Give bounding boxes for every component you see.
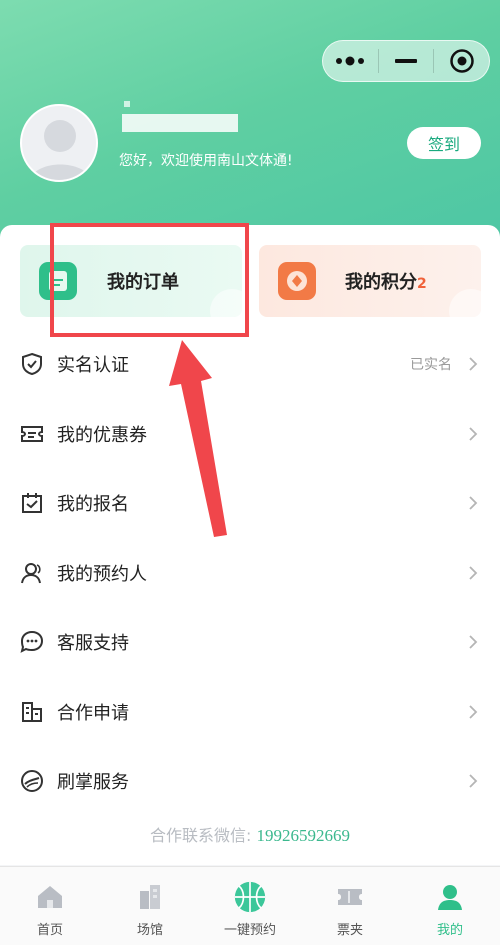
- tab-label: 票夹: [336, 923, 363, 938]
- chevron-right-icon: [469, 635, 478, 649]
- menu-label: 客服支持: [57, 633, 129, 654]
- points-text: 我的积分: [345, 272, 417, 293]
- menu-label: 我的优惠券: [57, 425, 147, 446]
- chat-bubble-icon: [20, 630, 44, 654]
- venue-building-icon: [134, 881, 166, 913]
- mini-program-capsule: [322, 40, 490, 82]
- menu-item-cooperation[interactable]: 合作申请: [0, 687, 500, 737]
- calendar-check-icon: [20, 491, 44, 515]
- contact-phone[interactable]: 19926592669: [257, 826, 351, 845]
- menu-label: 我的报名: [57, 494, 129, 515]
- target-close-icon[interactable]: [434, 41, 489, 81]
- menu-item-contacts[interactable]: 我的预约人: [0, 548, 500, 598]
- bottom-tab-bar: 首页 场馆 一键预约 票夹 我的: [0, 866, 500, 945]
- more-dots-icon[interactable]: [323, 41, 378, 81]
- my-points-card[interactable]: 我的积分2: [259, 245, 481, 317]
- tab-label: 一键预约: [223, 923, 276, 938]
- tab-quick-booking[interactable]: 一键预约: [200, 867, 300, 945]
- ticket-icon: [20, 422, 44, 446]
- chevron-right-icon: [469, 705, 478, 719]
- profile-icon: [434, 881, 466, 913]
- chevron-right-icon: [469, 774, 478, 788]
- menu-label: 刷掌服务: [57, 772, 129, 793]
- menu-label: 合作申请: [57, 703, 129, 724]
- chevron-right-icon: [469, 357, 478, 371]
- basketball-icon: [234, 881, 266, 913]
- minimize-icon[interactable]: [379, 41, 434, 81]
- tab-label: 场馆: [136, 923, 163, 938]
- people-icon: [20, 561, 44, 585]
- menu-item-registrations[interactable]: 我的报名: [0, 478, 500, 528]
- verified-status: 已实名: [410, 357, 452, 373]
- home-icon: [34, 881, 66, 913]
- points-count: 2: [417, 276, 427, 292]
- tab-home[interactable]: 首页: [0, 867, 100, 945]
- my-points-label: 我的积分2: [345, 268, 427, 294]
- username-redacted: [122, 114, 238, 132]
- menu-item-coupons[interactable]: 我的优惠券: [0, 409, 500, 459]
- avatar[interactable]: [20, 104, 98, 182]
- username-blur: [124, 101, 130, 107]
- ticket-folder-icon: [334, 881, 366, 913]
- welcome-text: 您好，欢迎使用南山文体通!: [119, 153, 293, 169]
- chevron-right-icon: [469, 496, 478, 510]
- tab-label: 我的: [436, 923, 463, 938]
- chevron-right-icon: [469, 566, 478, 580]
- menu-item-support[interactable]: 客服支持: [0, 617, 500, 667]
- cooperation-contact: 合作联系微信: 19926592669: [0, 822, 500, 846]
- menu-item-real-name[interactable]: 实名认证 已实名: [0, 339, 500, 389]
- tab-tickets[interactable]: 票夹: [300, 867, 400, 945]
- shield-check-icon: [20, 352, 44, 376]
- contact-label: 合作联系微信:: [150, 826, 252, 845]
- tab-profile[interactable]: 我的: [400, 867, 500, 945]
- card-decoration: [449, 289, 481, 317]
- building-icon: [20, 700, 44, 724]
- menu-label: 我的预约人: [57, 564, 147, 585]
- points-coin-icon: [278, 262, 316, 300]
- tab-venues[interactable]: 场馆: [100, 867, 200, 945]
- checkin-button[interactable]: 签到: [407, 127, 481, 159]
- palm-scan-icon: [20, 769, 44, 793]
- menu-item-palm-service[interactable]: 刷掌服务: [0, 756, 500, 806]
- chevron-right-icon: [469, 427, 478, 441]
- menu-label: 实名认证: [57, 355, 129, 376]
- annotation-highlight-box: [50, 223, 249, 337]
- tab-label: 首页: [36, 923, 63, 938]
